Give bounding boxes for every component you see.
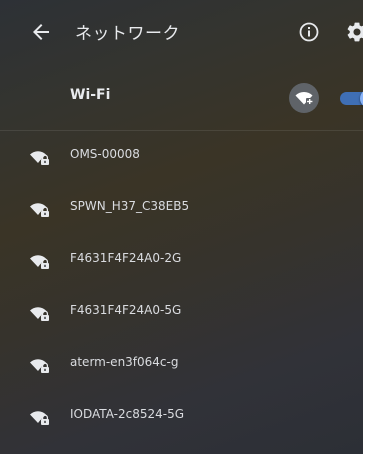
network-name: OMS-00008 xyxy=(70,147,140,161)
network-item[interactable]: SPWN_H37_C38EB5 xyxy=(0,182,363,234)
network-name: IODATA-2c8524-5G xyxy=(70,407,184,421)
network-name: SPWN_H37_C38EB5 xyxy=(70,199,190,213)
wifi-lock-icon xyxy=(30,203,49,217)
wifi-toggle-knob xyxy=(360,89,363,108)
network-settings-panel: ネットワーク Wi-Fi OMS-00008 SPWN_H37_C38EB5 F… xyxy=(0,0,363,454)
gear-icon xyxy=(347,22,363,42)
arrow-left-icon xyxy=(33,24,49,40)
add-wifi-button[interactable] xyxy=(289,83,319,113)
wifi-lock-icon xyxy=(30,307,49,321)
info-button[interactable] xyxy=(298,21,320,43)
network-name: aterm-en3f064c-g xyxy=(70,355,179,369)
wifi-lock-icon xyxy=(30,411,49,425)
network-item[interactable]: aterm-en3f064c-g xyxy=(0,338,363,390)
top-bar: ネットワーク xyxy=(0,0,363,64)
network-name: F4631F4F24A0-2G xyxy=(70,251,182,265)
wifi-section-header: Wi-Fi xyxy=(0,64,363,131)
wifi-toggle[interactable] xyxy=(340,89,363,108)
info-icon xyxy=(299,22,319,42)
network-name: F4631F4F24A0-5G xyxy=(70,303,182,317)
network-item[interactable]: F4631F4F24A0-5G xyxy=(0,286,363,338)
wifi-lock-icon xyxy=(30,255,49,269)
wifi-lock-icon xyxy=(30,151,49,165)
wifi-label: Wi-Fi xyxy=(70,87,111,103)
network-item[interactable]: IODATA-2c8524-5G xyxy=(0,390,363,442)
network-item[interactable]: F4631F4F24A0-2G xyxy=(0,234,363,286)
page-title: ネットワーク xyxy=(75,24,180,44)
network-item[interactable]: OMS-00008 xyxy=(0,130,363,182)
add-wifi-icon xyxy=(295,91,313,105)
settings-button[interactable] xyxy=(345,20,363,44)
wifi-lock-icon xyxy=(30,359,49,373)
back-button[interactable] xyxy=(29,20,53,44)
